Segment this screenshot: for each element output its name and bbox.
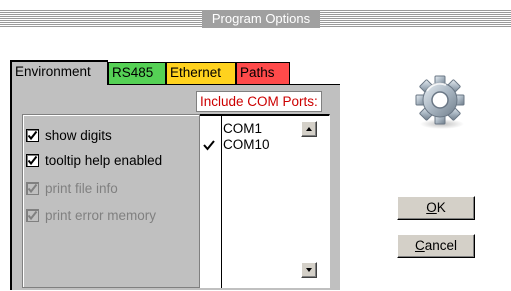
- tab-ethernet[interactable]: Ethernet: [166, 62, 236, 84]
- tab-ethernet-label: Ethernet: [170, 65, 222, 80]
- tab-rs485[interactable]: RS485: [108, 62, 166, 84]
- checkbox-box: [26, 209, 39, 222]
- checkmark-icon: [202, 138, 216, 155]
- tab-environment[interactable]: Environment: [10, 60, 108, 85]
- com-port-label: COM1: [223, 121, 263, 136]
- window-title: Program Options: [202, 10, 320, 28]
- show-digits-label: show digits: [45, 128, 112, 143]
- include-com-ports-label: Include COM Ports:: [196, 91, 322, 112]
- scroll-down-button[interactable]: [301, 262, 317, 278]
- com-port-item[interactable]: COM10: [223, 137, 270, 152]
- com-port-item[interactable]: COM1: [223, 121, 262, 136]
- arrow-down-icon: [306, 268, 312, 272]
- tab-paths[interactable]: Paths: [236, 62, 290, 84]
- tab-paths-label: Paths: [240, 65, 275, 80]
- checkbox-box: [26, 154, 39, 167]
- arrow-up-icon: [306, 127, 312, 131]
- tooltip-help-label: tooltip help enabled: [45, 153, 163, 168]
- cancel-button-label: Cancel: [414, 238, 458, 253]
- tab-environment-label: Environment: [15, 64, 91, 79]
- cancel-button[interactable]: Cancel: [397, 234, 475, 258]
- ok-button-label: OK: [426, 200, 446, 215]
- gear-icon: [410, 72, 470, 132]
- com-port-label: COM10: [223, 137, 270, 152]
- print-error-memory-label: print error memory: [45, 208, 157, 223]
- checkbox-box: [26, 129, 39, 142]
- ok-button[interactable]: OK: [397, 196, 475, 220]
- tab-rs485-label: RS485: [112, 65, 154, 80]
- scroll-up-button[interactable]: [301, 121, 317, 137]
- print-file-info-label: print file info: [45, 181, 118, 196]
- checkbox-box: [26, 182, 39, 195]
